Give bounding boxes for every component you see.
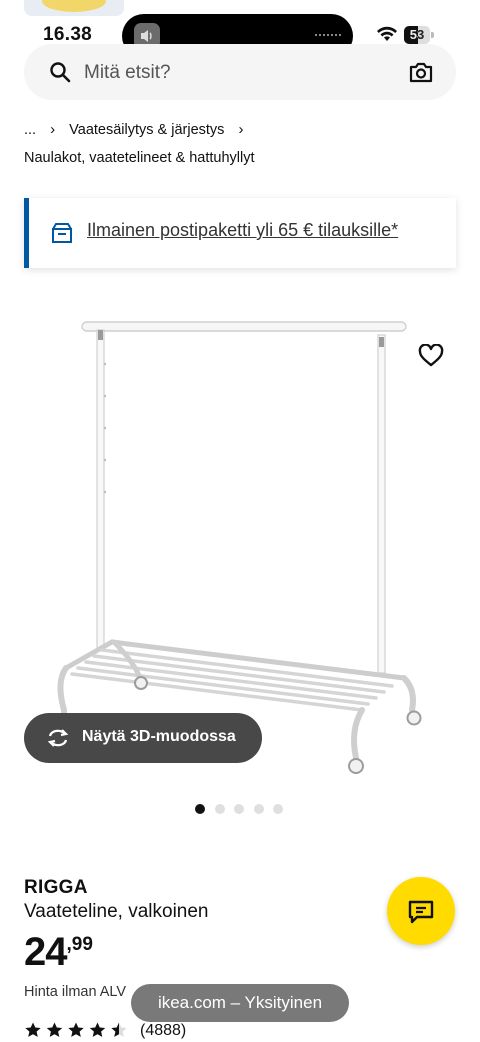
- rating-stars: [25, 1022, 127, 1037]
- breadcrumb-ellipsis[interactable]: ...: [24, 122, 36, 138]
- package-icon: [52, 223, 72, 243]
- price-integer: 24: [24, 930, 67, 974]
- shipping-link[interactable]: Ilmainen postipaketti yli 65 € tilauksil…: [87, 220, 398, 241]
- star-icon: [111, 1022, 127, 1037]
- vat-note: Hinta ilman ALV: [24, 984, 127, 1000]
- star-icon: [89, 1022, 106, 1037]
- wifi-icon: [377, 26, 397, 41]
- gallery-pagination[interactable]: [195, 801, 293, 814]
- status-time: 16.38: [43, 24, 93, 45]
- star-icon: [25, 1022, 41, 1037]
- camera-icon[interactable]: [408, 59, 434, 85]
- star-icon: [46, 1022, 63, 1037]
- chat-button[interactable]: [387, 877, 455, 945]
- pagination-dot[interactable]: [214, 804, 225, 814]
- chevron-right-icon: ›: [50, 121, 56, 138]
- breadcrumb: ... › Vaatesäilytys & järjestys ›: [24, 121, 253, 138]
- battery-icon: 53: [404, 26, 434, 44]
- review-count[interactable]: (4888): [140, 1022, 186, 1040]
- pagination-dot[interactable]: [234, 804, 244, 814]
- previous-app-thumbnail: [24, 0, 124, 16]
- product-description: Vaateteline, valkoinen: [24, 901, 209, 922]
- rotate-3d-icon: [47, 729, 69, 747]
- star-icon: [68, 1022, 84, 1037]
- battery-percent: 53: [409, 27, 425, 42]
- product-name: RIGGA: [24, 877, 88, 898]
- chevron-right-icon: ›: [238, 121, 244, 138]
- search-icon[interactable]: [48, 60, 72, 84]
- activity-indicator: [315, 34, 341, 40]
- view-3d-button[interactable]: Näytä 3D-muodossa: [24, 713, 262, 763]
- heart-icon[interactable]: [418, 344, 444, 368]
- pagination-dot[interactable]: [195, 804, 205, 814]
- search-bar[interactable]: [24, 44, 456, 100]
- chat-icon: [408, 900, 434, 924]
- pagination-dot[interactable]: [253, 804, 264, 814]
- browser-url-bar[interactable]: ikea.com – Yksityinen: [131, 984, 349, 1022]
- product-price: 24,99: [24, 930, 93, 975]
- pagination-dot[interactable]: [273, 804, 283, 814]
- view-3d-label: Näytä 3D-muodossa: [82, 728, 236, 745]
- search-input[interactable]: [82, 58, 396, 88]
- price-decimals: ,99: [66, 934, 93, 955]
- breadcrumb-parent[interactable]: Vaatesäilytys & järjestys: [69, 122, 224, 138]
- breadcrumb-current[interactable]: Naulakot, vaatetelineet & hattuhyllyt: [24, 150, 255, 166]
- shipping-banner: Ilmainen postipaketti yli 65 € tilauksil…: [24, 198, 456, 268]
